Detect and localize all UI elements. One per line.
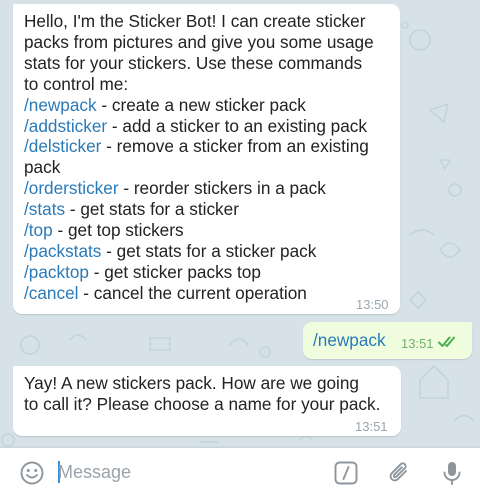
command-link-addsticker[interactable]: /addsticker (24, 116, 107, 136)
attach-icon[interactable] (386, 460, 412, 486)
command-link-cancel[interactable]: /cancel (24, 283, 78, 303)
text-segment: Hello, I'm the Sticker Bot! I can create… (24, 11, 366, 31)
command-description: - cancel the current operation (78, 282, 307, 303)
message-time: 13:51 (401, 336, 434, 351)
command-link-top[interactable]: /top (24, 220, 53, 240)
message-line: /packtop - get sticker packs top (24, 262, 396, 283)
text-segment: to control me: (24, 73, 129, 94)
message-line: /packstats - get stats for a sticker pac… (24, 241, 396, 262)
command-description: - get stats for a sticker pack (101, 240, 317, 261)
command-link-newpack[interactable]: /newpack (24, 95, 97, 115)
message-line: /top - get top stickers (24, 220, 396, 241)
microphone-icon[interactable] (439, 460, 465, 486)
command-description: - add a sticker to an existing pack (107, 115, 367, 136)
command-description: - remove a sticker from an existing (101, 136, 369, 157)
message-line: /ordersticker - reorder stickers in a pa… (24, 178, 396, 199)
message-line: /cancel - cancel the current operation (24, 283, 396, 304)
command-description: - get sticker packs top (88, 261, 261, 282)
command-description: - create a new sticker pack (96, 94, 306, 115)
bot-message: Yay! A new stickers pack. How are we goi… (13, 366, 401, 436)
message-text: Yay! A new stickers pack. How are we goi… (24, 373, 396, 415)
command-description: - reorder stickers in a pack (118, 178, 326, 199)
command-link-delsticker[interactable]: /delsticker (24, 136, 101, 156)
commands-icon[interactable] (333, 460, 359, 486)
message-input[interactable] (58, 458, 308, 486)
text-segment: stats for your stickers. Use these comma… (24, 52, 363, 73)
message-line: /newpack - create a new sticker pack (24, 95, 396, 116)
message-time: 13:51 (355, 419, 388, 434)
message-line: /stats - get stats for a sticker (24, 199, 396, 220)
message-line: to control me: (24, 74, 396, 95)
command-link-packstats[interactable]: /packstats (24, 241, 101, 261)
chat-area[interactable]: Hello, I'm the Sticker Bot! I can create… (0, 0, 480, 448)
text-segment: packs from pictures and give you some us… (24, 31, 374, 52)
bot-message: Hello, I'm the Sticker Bot! I can create… (13, 4, 400, 314)
message-text: Hello, I'm the Sticker Bot! I can create… (24, 11, 396, 304)
message-line: stats for your stickers. Use these comma… (24, 53, 396, 74)
message-line: Hello, I'm the Sticker Bot! I can create… (24, 11, 396, 32)
message-line: packs from pictures and give you some us… (24, 32, 396, 53)
command-link-stats[interactable]: /stats (24, 199, 65, 219)
message-input-bar (0, 448, 480, 497)
message-line: to call it? Please choose a name for you… (24, 394, 396, 415)
read-double-check-icon (438, 336, 455, 347)
command-description: - get top stickers (52, 220, 184, 241)
message-text[interactable]: /newpack (313, 330, 386, 351)
outgoing-message: /newpack 13:51 (303, 322, 472, 359)
message-line: /addsticker - add a sticker to an existi… (24, 116, 396, 137)
message-line: Yay! A new stickers pack. How are we goi… (24, 373, 396, 394)
message-line: pack (24, 157, 396, 178)
text-segment: pack (24, 157, 61, 178)
command-link-packtop[interactable]: /packtop (24, 262, 89, 282)
command-link-ordersticker[interactable]: /ordersticker (24, 178, 119, 198)
message-line: /delsticker - remove a sticker from an e… (24, 136, 396, 157)
text-segment: to call it? Please choose a name for you… (24, 393, 381, 414)
text-segment: Yay! A new stickers pack. How are we goi… (24, 373, 359, 393)
message-time: 13:50 (356, 297, 389, 312)
emoji-icon[interactable] (19, 460, 45, 486)
command-description: - get stats for a sticker (65, 199, 239, 220)
